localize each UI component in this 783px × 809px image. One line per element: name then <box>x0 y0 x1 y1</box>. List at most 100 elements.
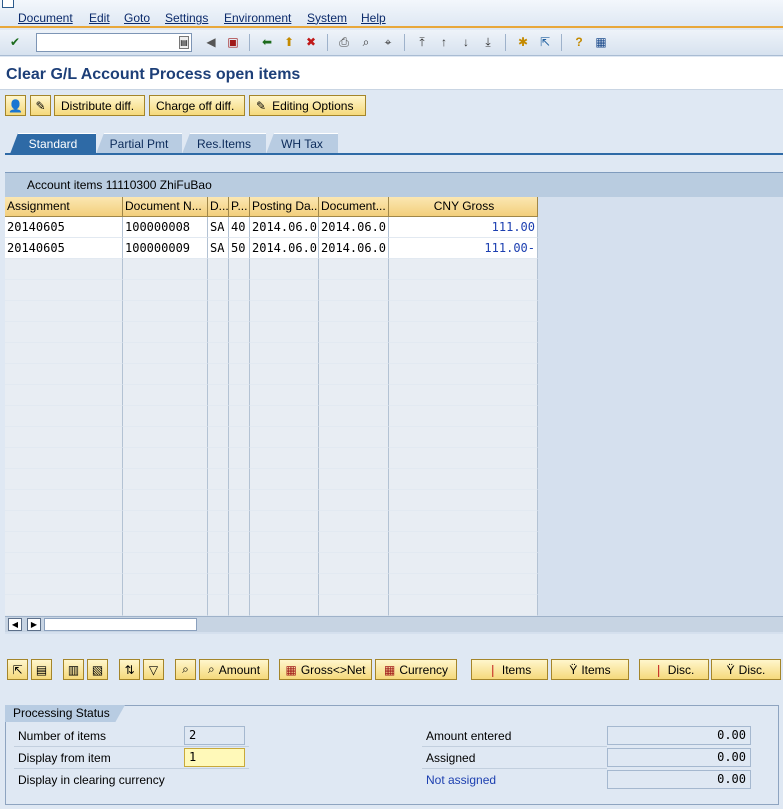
enter-check-icon[interactable]: ✔ <box>6 33 24 51</box>
table-cell[interactable]: 100000008 <box>123 217 208 238</box>
table-cell <box>250 259 319 280</box>
tab-partial-pmt[interactable]: Partial Pmt <box>96 133 182 154</box>
window-menu-icon[interactable] <box>2 0 14 8</box>
menu-bar: Document Edit Goto Settings Environment … <box>0 0 783 28</box>
print-icon[interactable]: ⎙ <box>335 33 353 51</box>
menu-environment[interactable]: Environment <box>224 11 291 25</box>
exit-icon[interactable]: ⬆ <box>280 33 298 51</box>
filter-icon[interactable]: ▽ <box>143 659 164 680</box>
table-cell <box>5 469 123 490</box>
table-cell <box>229 343 250 364</box>
menu-help[interactable]: Help <box>361 11 386 25</box>
select-block-icon[interactable]: ▤ <box>31 659 52 680</box>
items-deactivate-button[interactable]: Ÿ Items <box>551 659 629 680</box>
table-cell[interactable]: 20140605 <box>5 238 123 259</box>
distribute-diff-button[interactable]: Distribute diff. <box>54 95 145 116</box>
table-cell[interactable]: 50 <box>229 238 250 259</box>
table-cell[interactable]: 20140605 <box>5 217 123 238</box>
find-next-icon[interactable]: ⌖ <box>379 33 397 51</box>
menu-goto[interactable]: Goto <box>124 11 150 25</box>
table-cell <box>250 532 319 553</box>
table-cell[interactable]: 2014.06.0 <box>250 238 319 259</box>
prev-page-icon[interactable]: ↑ <box>435 33 453 51</box>
shortcut-icon[interactable]: ⇱ <box>536 33 554 51</box>
column-header[interactable]: Assignment <box>5 197 123 217</box>
tab-standard[interactable]: Standard <box>10 133 96 154</box>
find-icon[interactable]: ⌕ <box>357 33 375 51</box>
table-cell <box>250 469 319 490</box>
table-cell <box>389 301 538 322</box>
table-cell <box>229 427 250 448</box>
last-page-icon[interactable]: ⤓ <box>479 33 497 51</box>
deactivate-items-icon[interactable]: ▧ <box>87 659 108 680</box>
tab-res-items[interactable]: Res.Items <box>182 133 266 154</box>
column-header[interactable]: Document N... <box>123 197 208 217</box>
table-cell <box>5 427 123 448</box>
not-assigned-row: Not assigned <box>422 770 607 791</box>
pencil-red-icon: ❘ <box>487 662 498 677</box>
table-cell[interactable]: 2014.06.0 <box>319 217 389 238</box>
next-page-icon[interactable]: ↓ <box>457 33 475 51</box>
table-cell <box>229 490 250 511</box>
display-from-input[interactable]: 1 <box>184 748 245 767</box>
switch-icon: ▦ <box>285 662 297 677</box>
table-cell[interactable]: 2014.06.0 <box>319 238 389 259</box>
table-cell <box>389 406 538 427</box>
command-dropdown-icon[interactable]: ▤ <box>179 36 189 49</box>
items-activate-button[interactable]: ❘ Items <box>471 659 548 680</box>
column-header[interactable]: Posting Da... <box>250 197 319 217</box>
column-header[interactable]: P... <box>229 197 250 217</box>
scroll-left-icon[interactable]: ◀ <box>8 618 22 631</box>
column-header[interactable]: Document... <box>319 197 389 217</box>
tab-wh-tax[interactable]: WH Tax <box>266 133 338 154</box>
table-cell <box>123 553 208 574</box>
scroll-thumb[interactable] <box>44 618 197 631</box>
table-cell[interactable]: 100000009 <box>123 238 208 259</box>
table-cell <box>319 553 389 574</box>
sort-icon[interactable]: ⇅ <box>119 659 140 680</box>
application-toolbar: 👤 ✎ Distribute diff. Charge off diff. ✎ … <box>0 91 783 119</box>
menu-system[interactable]: System <box>307 11 347 25</box>
disc-deactivate-button[interactable]: Ÿ Disc. <box>711 659 781 680</box>
back-icon[interactable]: ⬅ <box>258 33 276 51</box>
first-page-icon[interactable]: ⤒ <box>413 33 431 51</box>
table-cell[interactable]: 40 <box>229 217 250 238</box>
scroll-right-icon[interactable]: ▶ <box>27 618 41 631</box>
menu-document[interactable]: Document <box>18 11 73 25</box>
items-label-2: Items <box>581 662 611 677</box>
help-icon[interactable]: ? <box>570 33 588 51</box>
amount-button[interactable]: ⌕ Amount <box>199 659 269 680</box>
table-cell <box>5 406 123 427</box>
currency-button[interactable]: ▦ Currency <box>375 659 457 680</box>
editing-options-button[interactable]: ✎ Editing Options <box>249 95 366 116</box>
table-cell <box>5 280 123 301</box>
person-icon[interactable]: 👤 <box>5 95 26 116</box>
table-cell <box>208 595 229 616</box>
table-cell <box>123 364 208 385</box>
edit-pencil-icon[interactable]: ✎ <box>30 95 51 116</box>
save-icon[interactable]: ▣ <box>224 33 242 51</box>
table-cell[interactable]: 111.00- <box>389 238 538 259</box>
activate-items-icon[interactable]: ▥ <box>63 659 84 680</box>
select-all-icon[interactable]: ⇱ <box>7 659 28 680</box>
table-cell[interactable]: SA <box>208 217 229 238</box>
charge-off-diff-button[interactable]: Charge off diff. <box>149 95 245 116</box>
find-binoculars-icon[interactable]: ⌕ <box>175 659 196 680</box>
disc-activate-button[interactable]: ❘ Disc. <box>639 659 709 680</box>
gross-net-button[interactable]: ▦ Gross<>Net <box>279 659 372 680</box>
table-cell[interactable]: SA <box>208 238 229 259</box>
amount-entered-row: Amount entered <box>422 726 607 747</box>
table-cell <box>5 595 123 616</box>
new-session-icon[interactable]: ✱ <box>514 33 532 51</box>
layout-menu-icon[interactable]: ▦ <box>592 33 610 51</box>
cancel-icon[interactable]: ✖ <box>302 33 320 51</box>
history-back-icon[interactable]: ◀ <box>202 33 220 51</box>
grid-title-bar: Account items 11110300 ZhiFuBao <box>5 173 783 197</box>
menu-settings[interactable]: Settings <box>165 11 208 25</box>
column-header[interactable]: CNY Gross <box>389 197 538 217</box>
table-cell[interactable]: 111.00 <box>389 217 538 238</box>
table-cell[interactable]: 2014.06.0 <box>250 217 319 238</box>
command-field[interactable]: ▤ <box>36 33 192 52</box>
menu-edit[interactable]: Edit <box>89 11 110 25</box>
column-header[interactable]: D... <box>208 197 229 217</box>
